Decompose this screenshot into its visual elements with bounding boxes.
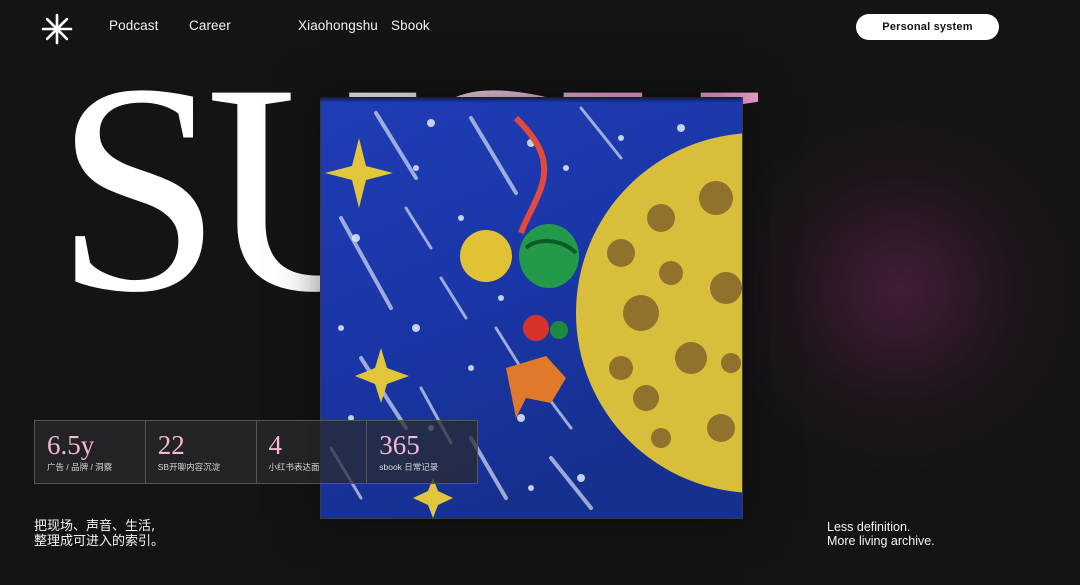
stat-sbook: 365 sbook 日常记录 <box>367 421 477 483</box>
stat-value: 6.5y <box>47 430 95 460</box>
stats-panel: 6.5y 广告 / 品牌 / 洞察 22 SB开聊内容沉淀 4 小红书表达面 3… <box>34 420 478 484</box>
stat-label: SB开聊内容沉淀 <box>157 462 221 472</box>
stat-label: sbook 日常记录 <box>379 462 439 472</box>
tagline-line: Less definition. <box>827 520 911 534</box>
stat-label: 小红书表达面 <box>268 462 320 472</box>
stat-label: 广告 / 品牌 / 洞察 <box>47 462 113 472</box>
stat-sb-episodes: 22 SB开聊内容沉淀 <box>146 421 257 483</box>
artwork-top-shade <box>320 97 741 103</box>
tagline-english: Less definition. More living archive. <box>827 520 935 548</box>
tagline-line: 把现场、声音、生活, <box>34 519 156 534</box>
stat-xiaohongshu: 4 小红书表达面 <box>257 421 368 483</box>
stat-years: 6.5y 广告 / 品牌 / 洞察 <box>35 421 146 483</box>
tagline-chinese: 把现场、声音、生活, 整理成可进入的索引。 <box>34 519 164 549</box>
tagline-line: 整理成可进入的索引。 <box>34 534 165 549</box>
stat-value: 365 <box>379 430 420 460</box>
stat-value: 4 <box>268 430 283 460</box>
stat-value: 22 <box>157 430 185 460</box>
background-glow <box>720 110 1080 470</box>
tagline-line: More living archive. <box>827 534 935 548</box>
personal-system-button[interactable]: Personal system <box>856 14 999 40</box>
